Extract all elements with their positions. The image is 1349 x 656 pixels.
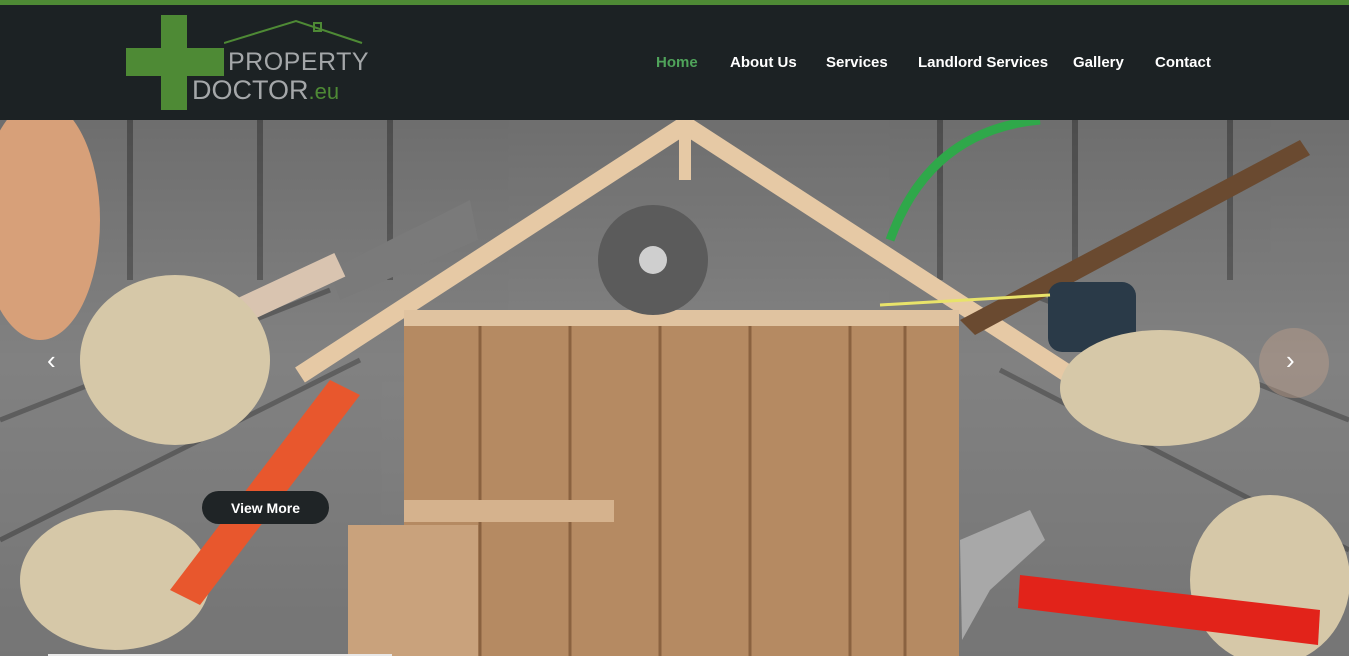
slider-prev-button[interactable]: ‹	[20, 328, 90, 398]
nav-gallery[interactable]: Gallery	[1073, 53, 1124, 73]
nav-home[interactable]: Home	[656, 53, 698, 73]
chevron-left-icon: ‹	[47, 345, 56, 375]
chevron-right-icon: ›	[1286, 345, 1295, 375]
hero-slider: ‹ › View More	[0, 120, 1349, 656]
main-nav: Home About Us Services Landlord Services…	[0, 53, 1349, 75]
hero-image	[0, 120, 1349, 656]
nav-services[interactable]: Services	[826, 53, 888, 73]
slider-next-button[interactable]: ›	[1259, 328, 1329, 398]
logo-suffix: .eu	[308, 79, 340, 104]
logo-word-doctor: DOCTOR.eu	[192, 77, 339, 105]
site-header: PROPERTY DOCTOR.eu Home About Us Service…	[0, 5, 1349, 120]
nav-about-us[interactable]: About Us	[730, 53, 797, 73]
nav-contact[interactable]: Contact	[1155, 53, 1211, 73]
nav-landlord-services[interactable]: Landlord Services	[918, 53, 1048, 73]
logo-word-doctor-text: DOCTOR	[192, 75, 309, 105]
logo-roof-icon	[224, 19, 363, 44]
view-more-button[interactable]: View More	[202, 491, 329, 524]
